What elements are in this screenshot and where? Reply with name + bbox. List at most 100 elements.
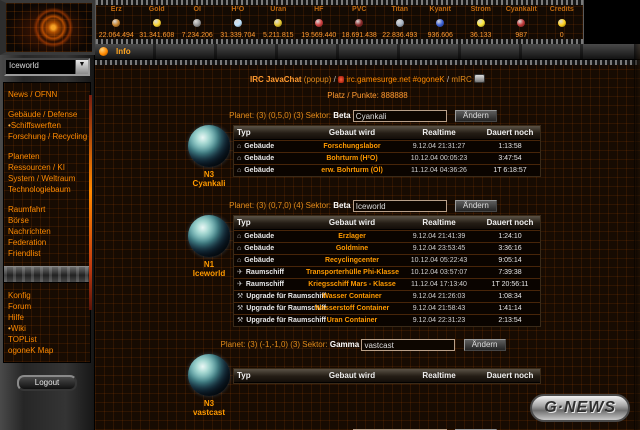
col-header-gebaut-wird: Gebaut wird (328, 371, 376, 380)
sidebar-item-label: Schiffswerften (10, 121, 61, 130)
table-row: ⌂ Gebäude Bohrturm (H²O) 10.12.04 00:05:2… (234, 152, 540, 164)
resource-value: 31.341.608 (139, 32, 175, 38)
planet-image (188, 215, 230, 257)
ogonek-logo (0, 0, 95, 55)
resource-value: 987 (515, 32, 528, 38)
row-item-link[interactable]: Kriegsschiff Mars - Klasse (306, 279, 398, 290)
sidebar-item-news-ofnn[interactable]: •News / OFNN (8, 89, 86, 100)
resource-name: Kyanit (429, 6, 451, 13)
building-icon: ⌂ (237, 257, 242, 264)
col-header-gebaut-wird: Gebaut wird (328, 128, 376, 137)
mirc-link[interactable]: mIRC (451, 75, 471, 84)
sidebar-item-raumfahrt[interactable]: •Raumfahrt (8, 204, 86, 215)
table-row: ⚒ Upgrade für Raumschiff Uran Container 9… (234, 314, 540, 326)
sidebar-item-geb-ude-defense[interactable]: •Gebäude / Defense (8, 109, 86, 120)
row-realtime: 10.12.04 03:57:07 (410, 269, 468, 276)
planet-section: Planet: (3) (0,7,0) (4) Sektor: Beta Änd… (185, 200, 541, 327)
row-item-link[interactable]: Wasser Container (306, 291, 398, 302)
sidebar-item-federation[interactable]: •Federation (8, 237, 86, 248)
sidebar-item-label: ogoneK Map (8, 346, 54, 355)
resource-value: 7.234.206 (181, 32, 213, 38)
row-item-link[interactable]: Goldmine (306, 243, 398, 254)
row-item-link[interactable]: erw. Bohrturm (Öl) (306, 165, 398, 176)
planet-code: N3 (203, 170, 215, 179)
row-realtime: 11.12.04 17:13:40 (411, 281, 467, 288)
sidebar-item-friendlist[interactable]: •Friendlist (8, 248, 86, 259)
score-line: Platz / Punkte: 888888 (327, 91, 408, 100)
sidebar-item-label: Ressourcen / KI (8, 163, 65, 172)
sidebar-item-planeten[interactable]: •Planeten (8, 151, 86, 162)
sidebar-item-forschung-recycling[interactable]: •Forschung / Recycling (8, 131, 87, 142)
col-header-gebaut-wird: Gebaut wird (328, 218, 376, 227)
row-remaining: 1T 6:18:57 (493, 167, 527, 174)
planet-name-input[interactable] (352, 110, 447, 122)
sidebar-item-system-weltraum[interactable]: •System / Weltraum (8, 173, 86, 184)
row-remaining: 3:47:54 (498, 155, 522, 162)
planet-section-title: Planet: (3) (0,5,0) (3) Sektor: Beta Änd… (185, 110, 541, 122)
resource-name: Cyankalit (505, 6, 537, 13)
irc-popup-link[interactable]: (popup) (304, 75, 332, 84)
rename-button[interactable]: Ändern (463, 339, 506, 351)
planet-name: Iceworld (192, 269, 226, 278)
row-remaining: 9:05:14 (498, 257, 522, 264)
planet-name-input[interactable] (352, 200, 447, 212)
sidebar-item-forum[interactable]: •Forum (8, 301, 86, 312)
resource-bar: Erz 22.064.494 93% Gold 31.341.608 89% Ö… (95, 0, 584, 44)
rename-button[interactable]: Ändern (455, 200, 497, 212)
sidebar-item-label: Gebäude / Defense (8, 110, 78, 119)
chevron-down-icon[interactable]: ▼ (75, 60, 88, 74)
col-header-typ: Typ (237, 128, 251, 137)
row-item-link[interactable]: Erzlager (306, 231, 398, 242)
row-item-link[interactable]: Uran Container (306, 315, 398, 326)
sidebar-item-label: Friendlist (8, 249, 41, 258)
planet-select[interactable]: Iceworld ▼ (4, 58, 90, 76)
sidebar-item-label: Nachrichten (8, 227, 51, 236)
resource-item: Kyanit 936.606 90% (420, 6, 461, 38)
row-item-link[interactable]: Wasserstoff Container (306, 303, 398, 314)
rename-button[interactable]: Ändern (455, 110, 497, 122)
table-header-row: Typ Gebaut wird Realtime Dauert noch (234, 369, 540, 383)
resource-name: Uran (270, 6, 287, 13)
resource-item: HF 19.569.440 99% (299, 6, 340, 38)
sidebar-item-label: Forum (8, 302, 32, 311)
planet-section: Planet: (3) (0,5,0) (3) Sektor: Beta Änd… (185, 110, 541, 188)
row-remaining: 2:13:54 (498, 317, 522, 324)
resource-value: 22.064.494 (98, 32, 134, 38)
irc-javachat-link[interactable]: IRC JavaChat (250, 75, 302, 84)
sidebar-item-konfig[interactable]: •Konfig (8, 290, 86, 301)
planet-name-input[interactable] (361, 339, 456, 351)
sidebar-item-technologiebaum[interactable]: •Technologiebaum (8, 184, 86, 195)
sidebar-item-toplist[interactable]: •TOPList (8, 334, 86, 345)
col-header-typ: Typ (237, 218, 251, 227)
logout-button[interactable]: Logout (17, 375, 77, 391)
row-realtime: 10.12.04 05:22:43 (410, 257, 468, 264)
resource-item: Erz 22.064.494 93% (96, 6, 137, 38)
main-panel: Info IRC JavaChat (popup) / irc.gamesurg… (95, 44, 640, 430)
table-row: ⌂ Gebäude erw. Bohrturm (Öl) 11.12.04 04:… (234, 164, 540, 176)
sidebar-item-nachrichten[interactable]: •Nachrichten (8, 226, 86, 237)
sidebar-item-ogonek-map[interactable]: •ogoneK Map (8, 345, 86, 356)
sidebar-item-b-rse[interactable]: •Börse (8, 215, 86, 226)
table-header-row: Typ Gebaut wird Realtime Dauert noch (234, 126, 540, 140)
sidebar-item-label: News / OFNN (8, 90, 58, 99)
sidebar-item-hilfe[interactable]: •Hilfe (8, 312, 86, 323)
sidebar-item-schiffswerften[interactable]: •Schiffswerften (8, 120, 86, 131)
row-item-link[interactable]: Forschungslabor (306, 141, 398, 152)
row-typ: Gebäude (244, 233, 275, 240)
sidebar-item-ressourcen-ki[interactable]: •Ressourcen / KI (8, 162, 86, 173)
building-icon: ⌂ (237, 167, 242, 174)
scrollbar[interactable] (634, 44, 640, 430)
row-item-link[interactable]: Recyclingcenter (306, 255, 398, 266)
sidebar-item-wiki[interactable]: •Wiki (8, 323, 86, 334)
irc-server-link[interactable]: irc.gamesurge.net #ogoneK (346, 75, 444, 84)
resource-item: Cyankalit 987 (501, 6, 542, 38)
hf-icon (314, 19, 323, 27)
topbar-teeth-top (96, 0, 583, 5)
tab-info[interactable]: Info (116, 47, 131, 56)
resource-value: 936.606 (427, 32, 453, 38)
ship-graphic (4, 266, 90, 283)
row-realtime: 9.12.04 21:58:43 (412, 305, 466, 312)
row-item-link[interactable]: Transporterhülle Phi-Klasse (306, 267, 399, 278)
resource-value: 22.836.493 (382, 32, 418, 38)
row-item-link[interactable]: Bohrturm (H²O) (306, 153, 398, 164)
